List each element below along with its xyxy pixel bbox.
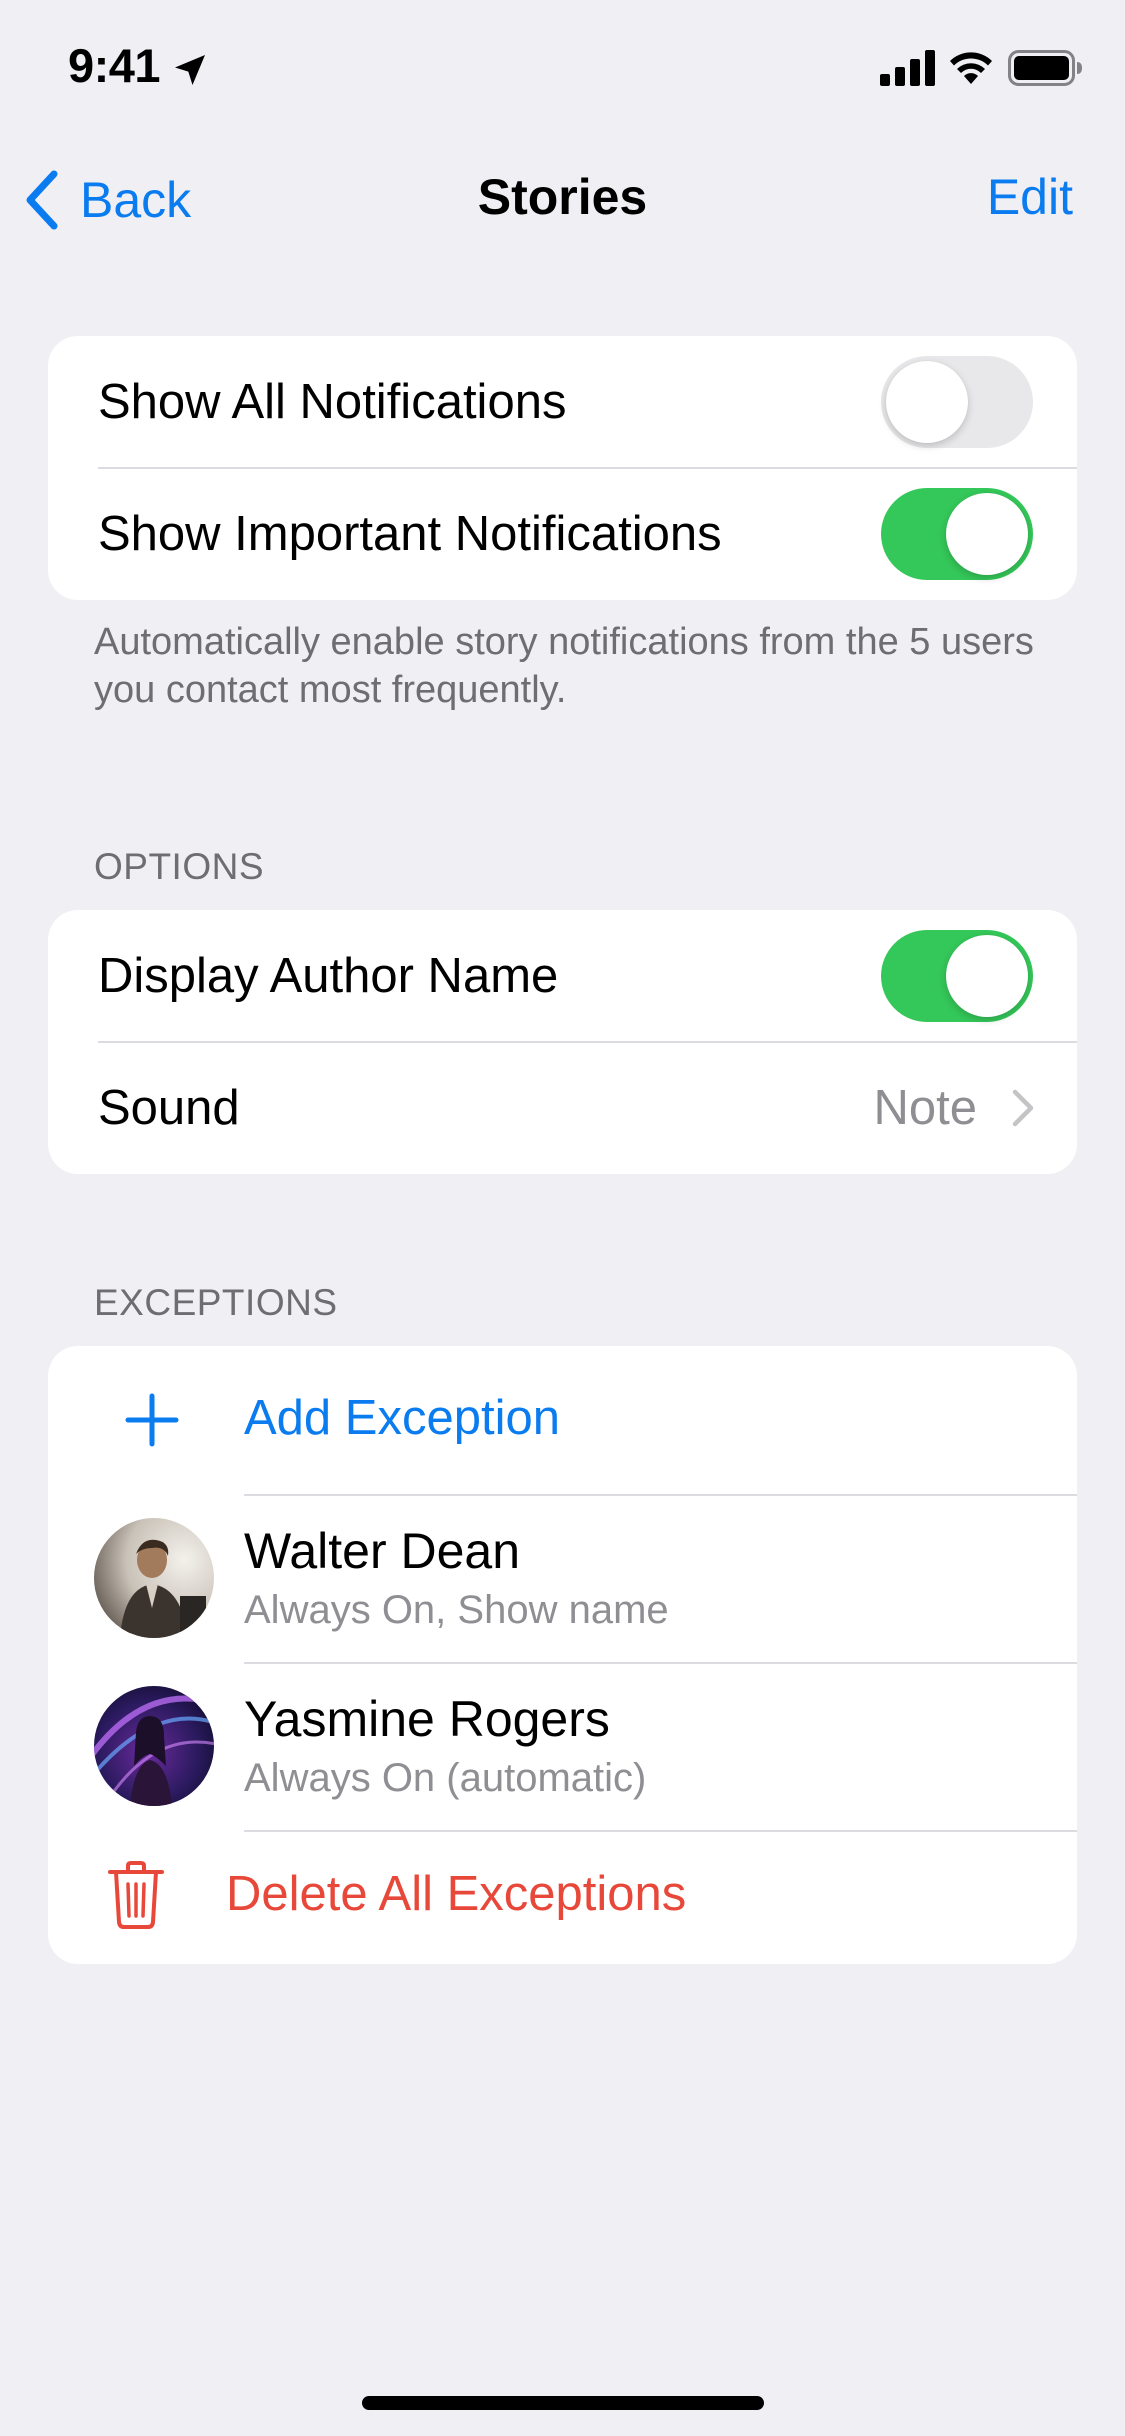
person-status: Always On, Show name bbox=[244, 1588, 669, 1632]
chevron-right-icon bbox=[1012, 1089, 1034, 1127]
exceptions-group: Add Exception Walter Dean Always On, Sho… bbox=[48, 1346, 1077, 1964]
location-arrow-icon bbox=[175, 55, 205, 85]
wifi-icon bbox=[950, 52, 992, 84]
exceptions-header: EXCEPTIONS bbox=[94, 1282, 338, 1323]
battery-icon bbox=[1008, 50, 1082, 86]
delete-all-exceptions-button[interactable]: Delete All Exceptions bbox=[48, 1830, 1077, 1962]
show-important-notifications-label: Show Important Notifications bbox=[98, 507, 722, 561]
sound-row[interactable]: Sound Note bbox=[48, 1042, 1077, 1174]
options-group: Display Author Name Sound Note bbox=[48, 910, 1077, 1174]
sound-label: Sound bbox=[98, 1081, 240, 1135]
home-indicator bbox=[362, 2396, 764, 2410]
exception-person-row[interactable]: Walter Dean Always On, Show name bbox=[48, 1494, 1077, 1662]
edit-button[interactable]: Edit bbox=[987, 168, 1073, 226]
add-exception-label: Add Exception bbox=[244, 1391, 560, 1445]
options-header: OPTIONS bbox=[94, 846, 265, 887]
display-author-name-toggle[interactable] bbox=[881, 930, 1033, 1022]
sound-value: Note bbox=[873, 1081, 977, 1135]
show-important-notifications-toggle[interactable] bbox=[881, 488, 1033, 580]
display-author-name-row: Display Author Name bbox=[48, 910, 1077, 1042]
show-all-notifications-toggle[interactable] bbox=[881, 356, 1033, 448]
page-title: Stories bbox=[477, 169, 648, 225]
status-bar: 9:41 bbox=[0, 0, 1125, 132]
avatar bbox=[94, 1686, 214, 1806]
status-time: 9:41 bbox=[68, 39, 161, 92]
display-author-name-label: Display Author Name bbox=[98, 949, 559, 1003]
delete-all-exceptions-label: Delete All Exceptions bbox=[226, 1867, 687, 1921]
show-important-notifications-row: Show Important Notifications bbox=[48, 468, 1077, 600]
notifications-footnote: Automatically enable story notifications… bbox=[94, 621, 1034, 711]
notifications-group: Show All Notifications Show Important No… bbox=[48, 336, 1077, 600]
person-name: Walter Dean bbox=[244, 1523, 521, 1579]
exception-person-row[interactable]: Yasmine Rogers Always On (automatic) bbox=[48, 1662, 1077, 1830]
person-status: Always On (automatic) bbox=[244, 1756, 647, 1800]
show-all-notifications-row: Show All Notifications bbox=[48, 336, 1077, 468]
avatar bbox=[94, 1518, 214, 1638]
trash-icon bbox=[108, 1861, 164, 1929]
toggle-knob bbox=[886, 361, 968, 443]
plus-icon bbox=[125, 1393, 179, 1447]
show-all-notifications-label: Show All Notifications bbox=[98, 375, 567, 429]
toggle-knob bbox=[946, 935, 1028, 1017]
add-exception-button[interactable]: Add Exception bbox=[48, 1346, 1077, 1494]
person-name: Yasmine Rogers bbox=[244, 1691, 610, 1747]
toggle-knob bbox=[946, 493, 1028, 575]
cellular-signal-icon bbox=[880, 50, 935, 86]
